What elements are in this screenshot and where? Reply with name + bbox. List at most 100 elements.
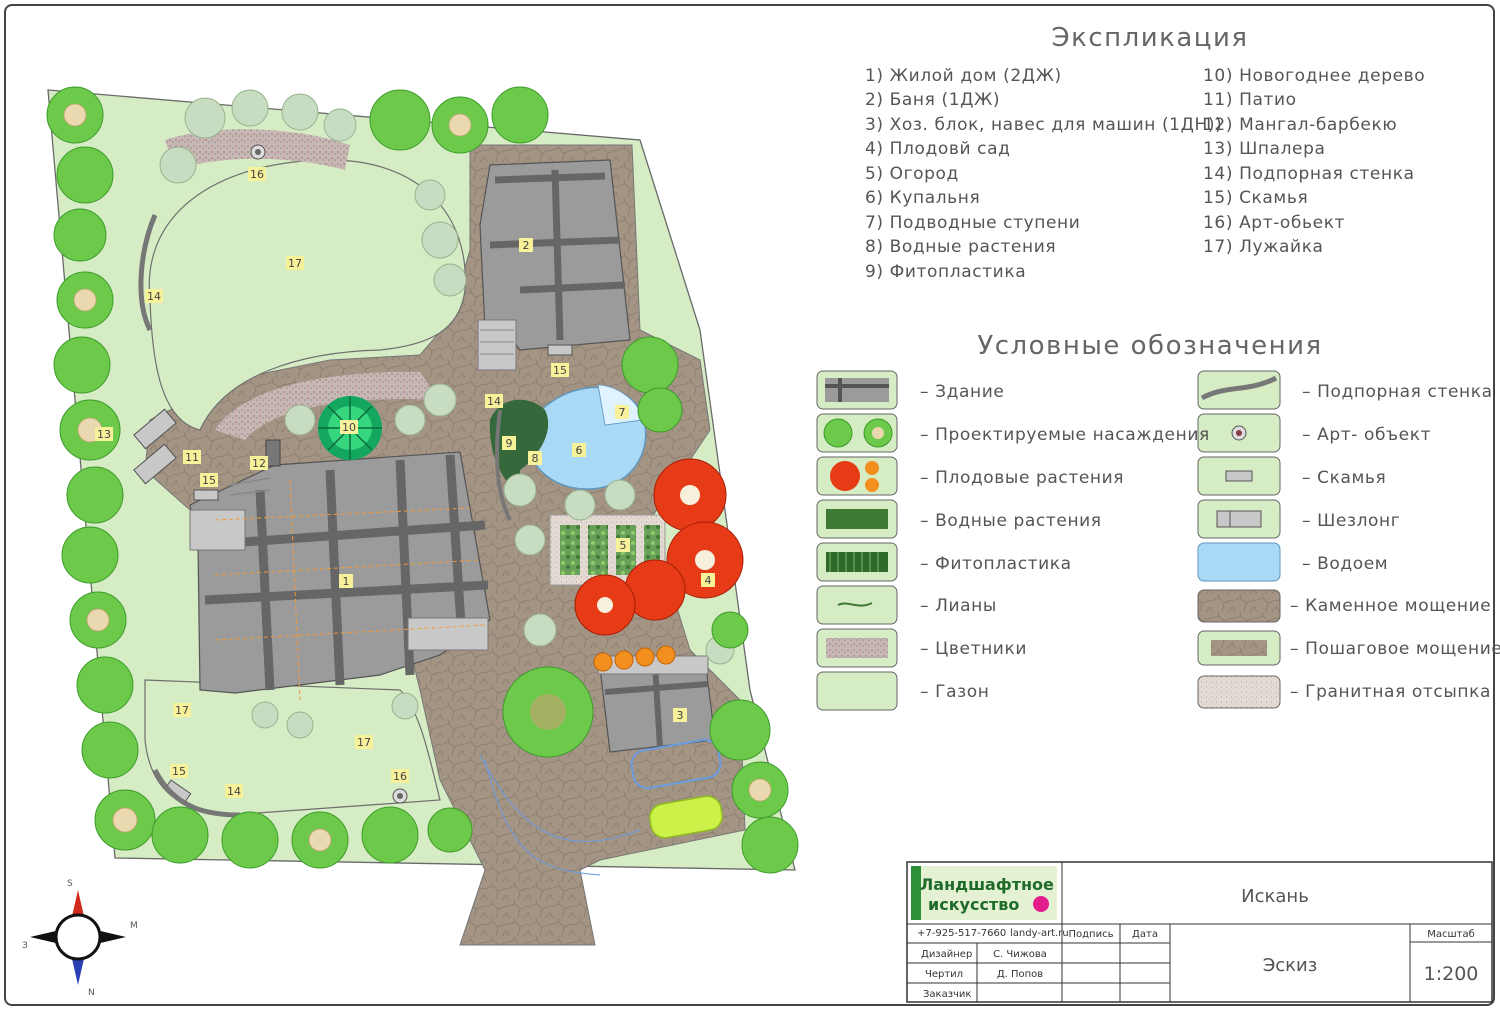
legend-label: – Гранитная отсыпка bbox=[1290, 682, 1491, 702]
legend-label: – Лианы bbox=[920, 596, 997, 616]
art-object-symbol bbox=[1197, 413, 1281, 453]
label-vegetable: 5 bbox=[620, 539, 627, 552]
legend-label: – Скамья bbox=[1302, 468, 1386, 488]
lounger-symbol bbox=[1197, 499, 1281, 539]
company-logo: Ландшафтное искусство bbox=[911, 866, 1057, 920]
explication-item: 9) Фитопластика bbox=[865, 262, 1026, 282]
explication-item: 2) Баня (1ДЖ) bbox=[865, 90, 1000, 110]
legend-label: – Арт- объект bbox=[1302, 425, 1431, 445]
legend-label: – Фитопластика bbox=[920, 554, 1072, 574]
row-role: Дизайнер bbox=[921, 949, 972, 960]
label-art-a: 16 bbox=[250, 168, 264, 181]
phytoplastic-symbol bbox=[816, 542, 898, 582]
scale-label: Масштаб bbox=[1427, 929, 1475, 940]
legend-label: – Каменное мощение bbox=[1290, 596, 1491, 616]
site-plan-drawing: 1 2 3 4 5 6 7 8 9 10 11 12 13 14 14 14 1… bbox=[22, 23, 1500, 1003]
pond-symbol bbox=[1197, 542, 1281, 582]
explication-item: 15) Скамья bbox=[1203, 188, 1308, 208]
granite-fill-symbol bbox=[1197, 675, 1281, 709]
label-pond: 6 bbox=[576, 444, 583, 457]
retaining-wall-symbol bbox=[1197, 370, 1281, 410]
legend-label: – Цветники bbox=[920, 639, 1027, 659]
label-lawn-c: 17 bbox=[357, 736, 371, 749]
explication-item: 6) Купальня bbox=[865, 188, 980, 208]
legend-label: – Подпорная стенка bbox=[1302, 382, 1493, 402]
label-orchard: 4 bbox=[705, 574, 712, 587]
compass-north: N bbox=[88, 988, 95, 998]
explication-item: 11) Патио bbox=[1203, 90, 1297, 110]
explication-item: 17) Лужайка bbox=[1203, 237, 1324, 257]
label-steps: 7 bbox=[619, 406, 626, 419]
lawn-symbol bbox=[816, 671, 898, 711]
project-name: Искань bbox=[1241, 886, 1309, 907]
label-phyto: 9 bbox=[506, 437, 513, 450]
row-name: С. Чижова bbox=[993, 949, 1047, 960]
label-bbq: 12 bbox=[252, 457, 266, 470]
water-plant-symbol bbox=[816, 499, 898, 539]
bench-bath bbox=[547, 344, 573, 356]
legend-label: – Здание bbox=[920, 382, 1004, 402]
art-object-bottom bbox=[392, 788, 408, 804]
title-block: Ландшафтное искусство +7-925-517-7660 la… bbox=[906, 861, 1493, 1003]
legend-label: – Газон bbox=[920, 682, 989, 702]
explication-item: 1) Жилой дом (2ДЖ) bbox=[865, 66, 1062, 86]
label-bench-a: 15 bbox=[202, 474, 216, 487]
row-role: Заказчик bbox=[923, 989, 971, 1000]
company-site: landy-art.ru bbox=[1010, 928, 1069, 939]
compass-rose: S З М N bbox=[22, 879, 138, 998]
label-bath: 2 bbox=[523, 239, 530, 252]
label-lawn-b: 17 bbox=[175, 704, 189, 717]
compass-west: З bbox=[22, 941, 28, 951]
stone-paving-symbol bbox=[1197, 589, 1281, 623]
compass-east: М bbox=[130, 921, 138, 931]
row-name: Д. Попов bbox=[997, 969, 1043, 980]
label-bench-b: 15 bbox=[553, 364, 567, 377]
explication-item: 10) Новогоднее дерево bbox=[1203, 66, 1425, 86]
planting-symbol bbox=[816, 413, 898, 453]
bench-patio bbox=[193, 489, 219, 501]
explication-item: 12) Мангал-барбекю bbox=[1203, 115, 1397, 135]
explication-item: 4) Плодовй сад bbox=[865, 139, 1010, 159]
explication-item: 14) Подпорная стенка bbox=[1203, 164, 1415, 184]
label-bench-c: 15 bbox=[172, 765, 186, 778]
explication-item: 5) Огород bbox=[865, 164, 959, 184]
explication-item: 13) Шпалера bbox=[1203, 139, 1326, 159]
label-utility: 3 bbox=[677, 709, 684, 722]
label-art-b: 16 bbox=[393, 770, 407, 783]
label-trellis: 13 bbox=[97, 428, 111, 441]
label-lawn-a: 17 bbox=[288, 257, 302, 270]
row-role: Чертил bbox=[925, 969, 963, 980]
explication-item: 7) Подводные ступени bbox=[865, 213, 1080, 233]
scale-value: 1:200 bbox=[1424, 963, 1479, 985]
logo-line2: искусство bbox=[928, 895, 1019, 914]
legend-label: – Пошаговое мощение bbox=[1290, 639, 1500, 659]
step-paving-symbol bbox=[1197, 630, 1281, 666]
logo-line1: Ландшафтное bbox=[920, 875, 1054, 894]
fruit-plant-symbol bbox=[816, 456, 898, 496]
legend-label: – Плодовые растения bbox=[920, 468, 1124, 488]
col-sign: Подпись bbox=[1069, 929, 1114, 940]
company-phone: +7-925-517-7660 bbox=[917, 928, 1006, 939]
bath-building bbox=[477, 159, 631, 371]
explication-item: 3) Хоз. блок, навес для машин (1ДН)) bbox=[865, 115, 1222, 135]
label-patio: 11 bbox=[185, 451, 199, 464]
label-tree: 10 bbox=[342, 421, 356, 434]
explication-list: 1) Жилой дом (2ДЖ) 2) Баня (1ДЖ) 3) Хоз.… bbox=[865, 66, 1425, 282]
label-wall-c: 14 bbox=[227, 785, 241, 798]
label-house: 1 bbox=[343, 575, 350, 588]
liana-symbol bbox=[816, 585, 898, 625]
label-wall-b: 14 bbox=[487, 395, 501, 408]
explication-item: 8) Водные растения bbox=[865, 237, 1056, 257]
bbq bbox=[265, 439, 281, 467]
building-symbol bbox=[816, 370, 898, 410]
legend: – Здание – Проектируемые насаждения – Пл… bbox=[816, 370, 1500, 711]
legend-label: – Проектируемые насаждения bbox=[920, 425, 1210, 445]
label-water-plants: 8 bbox=[532, 452, 539, 465]
compass-south: S bbox=[67, 879, 73, 889]
art-object-top bbox=[250, 144, 266, 160]
legend-label: – Водные растения bbox=[920, 511, 1102, 531]
sheet-name: Эскиз bbox=[1263, 955, 1318, 976]
legend-label: – Шезлонг bbox=[1302, 511, 1400, 531]
legend-label: – Водоем bbox=[1302, 554, 1388, 574]
explication-title: Экспликация bbox=[1051, 23, 1248, 53]
